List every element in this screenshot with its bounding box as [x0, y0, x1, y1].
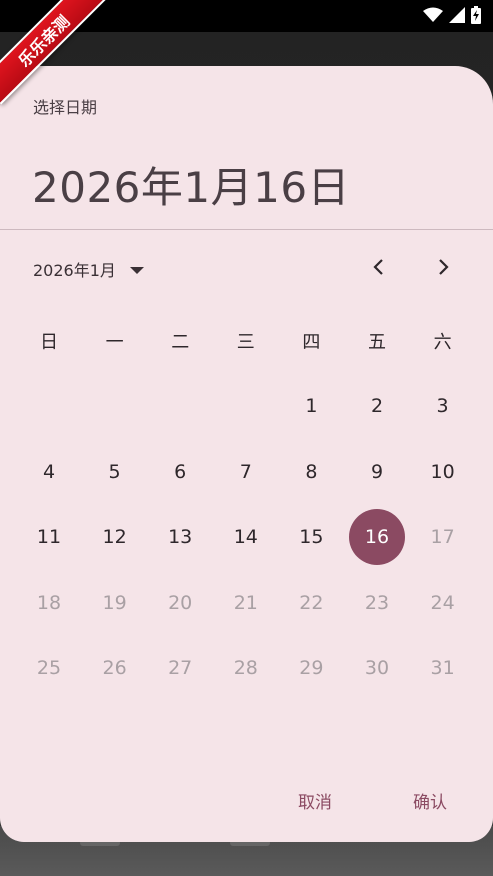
battery-charging-icon	[471, 6, 481, 24]
calendar-day-disabled: 22	[299, 592, 324, 614]
weekday-label: 日	[40, 332, 58, 353]
month-year-label: 2026年1月	[33, 261, 116, 280]
calendar-day-disabled: 17	[430, 526, 455, 548]
next-month-button[interactable]	[427, 252, 461, 286]
weekday-label: 六	[433, 332, 452, 353]
date-picker-dialog: 选择日期 2026年1月16日 2026年1月 日一二三四五六 123 4567…	[0, 66, 493, 842]
weekday-label: 一	[105, 332, 124, 353]
calendar-day[interactable]: 13	[152, 509, 208, 565]
calendar-day[interactable]: 6	[152, 444, 208, 500]
calendar-day-disabled: 25	[36, 657, 62, 679]
calendar-week-row: 11 12 13 14 15 16 17	[16, 509, 476, 565]
chevron-right-icon	[438, 258, 450, 280]
chevron-left-icon	[372, 258, 384, 280]
calendar-day-disabled: 28	[233, 657, 258, 679]
calendar-empty-cell	[218, 378, 274, 434]
calendar-empty-cell	[87, 378, 143, 434]
calendar-day[interactable]: 7	[218, 444, 274, 500]
signal-icon	[449, 7, 465, 23]
calendar-day[interactable]: 3	[415, 378, 471, 434]
calendar-day[interactable]: 5	[87, 444, 143, 500]
calendar-day-disabled: 21	[233, 592, 258, 614]
calendar-day-disabled: 26	[102, 657, 127, 679]
calendar-day[interactable]: 12	[87, 509, 143, 565]
previous-month-button[interactable]	[361, 252, 395, 286]
weekday-label: 二	[171, 332, 190, 353]
calendar-day-selected[interactable]: 16	[349, 509, 405, 565]
weekday-label: 四	[302, 332, 321, 353]
calendar-week-row: 123	[16, 378, 476, 434]
calendar-week-row: 18 19 20 21 22 23 24	[16, 575, 476, 631]
corner-ribbon: 乐乐亲测	[0, 0, 110, 110]
calendar-day[interactable]: 10	[415, 444, 471, 500]
calendar-week-row: 25 26 27 28 29 30 31	[16, 640, 476, 696]
calendar-day[interactable]: 8	[283, 444, 339, 500]
month-year-selector[interactable]: 2026年1月	[33, 256, 144, 282]
calendar-empty-cell	[152, 378, 208, 434]
header-divider	[0, 229, 493, 230]
calendar-day-disabled: 23	[364, 592, 390, 614]
calendar-day[interactable]: 1	[283, 378, 339, 434]
weekday-label: 五	[368, 332, 386, 353]
ribbon-label: 乐乐亲测	[0, 0, 108, 105]
selected-date-headline: 2026年1月16日	[32, 163, 351, 212]
calendar-day-disabled: 29	[299, 657, 324, 679]
calendar-day-disabled: 27	[168, 657, 193, 679]
dropdown-arrow-icon	[129, 260, 144, 279]
dialog-actions: 取消 确认	[0, 784, 493, 816]
calendar-week-row: 4 5 6 7 8 9 10	[16, 444, 476, 500]
status-icons	[423, 6, 481, 24]
calendar-day[interactable]: 11	[21, 509, 77, 565]
calendar-day-disabled: 19	[102, 592, 127, 614]
calendar-day[interactable]: 15	[283, 509, 339, 565]
confirm-button[interactable]: 确认	[413, 784, 447, 816]
cancel-button[interactable]: 取消	[298, 784, 332, 816]
wifi-icon	[423, 7, 443, 23]
calendar-day-disabled: 18	[36, 592, 62, 614]
calendar-day-disabled: 30	[364, 657, 390, 679]
calendar-empty-cell	[21, 378, 77, 434]
calendar-day-disabled: 24	[430, 592, 455, 614]
calendar-day[interactable]: 4	[21, 444, 77, 500]
calendar-day-disabled: 20	[168, 592, 193, 614]
calendar-day[interactable]: 2	[349, 378, 405, 434]
weekday-label: 三	[236, 332, 255, 353]
calendar-day[interactable]: 9	[349, 444, 405, 500]
calendar-day-disabled: 31	[430, 657, 455, 679]
calendar-day[interactable]: 14	[218, 509, 274, 565]
weekday-header-row: 日一二三四五六	[16, 313, 476, 369]
